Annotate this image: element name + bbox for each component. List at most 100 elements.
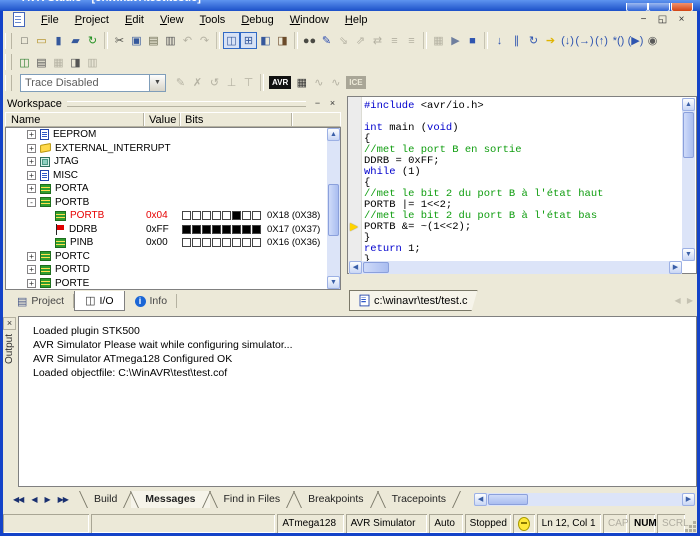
- scroll-down-icon[interactable]: ▼: [327, 276, 340, 289]
- expand-toggle[interactable]: +: [27, 157, 36, 166]
- scroll-right-icon[interactable]: ▶: [669, 261, 682, 274]
- expand-toggle[interactable]: +: [27, 144, 36, 153]
- reset-button[interactable]: ↓: [491, 32, 508, 49]
- expand-toggle[interactable]: +: [27, 279, 36, 288]
- new-file-button[interactable]: □: [16, 32, 33, 49]
- trace-into-button[interactable]: ⇘: [335, 32, 352, 49]
- expand-toggle[interactable]: +: [27, 184, 36, 193]
- step-out-button[interactable]: (↑): [593, 32, 610, 49]
- display-selection-button[interactable]: ▦: [430, 32, 447, 49]
- tab-info[interactable]: Info: [125, 291, 178, 311]
- step-over-button[interactable]: (→): [576, 32, 593, 49]
- tree-row-PORTD[interactable]: +PORTD: [6, 263, 340, 277]
- code-editor[interactable]: #include <avr/io.h>int main (void){//met…: [347, 96, 697, 274]
- run-again-button[interactable]: ↻: [525, 32, 542, 49]
- redo-button[interactable]: ↷: [196, 32, 213, 49]
- scroll-up-icon[interactable]: ▲: [327, 128, 340, 141]
- tree-row-DDRB[interactable]: DDRB0xFF0X17 (0X37): [6, 223, 340, 237]
- tab-messages[interactable]: Messages: [131, 491, 209, 508]
- tree-row-PORTA[interactable]: +PORTA: [6, 182, 340, 196]
- tree-row-MISC[interactable]: +MISC: [6, 169, 340, 183]
- register-window-button[interactable]: ▥: [84, 54, 101, 71]
- copy-button[interactable]: ▣: [128, 32, 145, 49]
- tab-project[interactable]: ▤Project: [7, 291, 74, 311]
- toggle-output-window-button[interactable]: ⊞: [240, 32, 257, 49]
- tab-find-in-files[interactable]: Find in Files: [210, 491, 295, 508]
- scrollbar-thumb[interactable]: [328, 184, 339, 236]
- autostep-button[interactable]: (▶): [627, 32, 644, 49]
- edit-bookmark-button[interactable]: ✎: [318, 32, 335, 49]
- bit-checkbox[interactable]: [192, 211, 201, 220]
- prev-tab-icon[interactable]: ◀: [27, 495, 40, 504]
- connection-b-button[interactable]: ∿: [327, 74, 344, 91]
- emulator-icon[interactable]: ICE: [346, 76, 365, 89]
- mdi-close-button[interactable]: ×: [674, 13, 689, 26]
- bit-checkbox[interactable]: [212, 211, 221, 220]
- save-all-button[interactable]: ▰: [67, 32, 84, 49]
- run-to-cursor-button[interactable]: *(): [610, 32, 627, 49]
- scroll-down-icon[interactable]: ▼: [682, 248, 695, 261]
- tree-row-EXTERNAL_INTERRUPT[interactable]: +EXTERNAL_INTERRUPT: [6, 142, 340, 156]
- bit-checkbox[interactable]: [222, 238, 231, 247]
- cut-button[interactable]: ✂: [111, 32, 128, 49]
- bit-checkbox[interactable]: [182, 225, 191, 234]
- bit-checkbox[interactable]: [182, 211, 191, 220]
- toggle-breakpoint-button[interactable]: ◉: [644, 32, 661, 49]
- toggle-workspace-window-button[interactable]: ◫: [223, 32, 240, 49]
- scroll-right-icon[interactable]: ▶: [682, 493, 695, 506]
- save-file-button[interactable]: ▮: [50, 32, 67, 49]
- menu-tools[interactable]: Tools: [192, 12, 234, 28]
- menu-help[interactable]: Help: [337, 12, 376, 28]
- trace-clear-button[interactable]: ✗: [189, 74, 206, 91]
- bit-checkbox[interactable]: [252, 238, 261, 247]
- scrollbar-thumb[interactable]: [488, 494, 528, 505]
- bit-checkbox[interactable]: [252, 225, 261, 234]
- trace-start-marker-button[interactable]: ⊥: [223, 74, 240, 91]
- bit-checkbox[interactable]: [192, 238, 201, 247]
- bit-checkbox[interactable]: [232, 225, 241, 234]
- resize-grip[interactable]: [687, 514, 697, 533]
- cascade-windows-button[interactable]: ◧: [257, 32, 274, 49]
- tree-row-PORTB[interactable]: -PORTB: [6, 196, 340, 210]
- find-button[interactable]: ●●: [301, 32, 318, 49]
- paste-button[interactable]: ▤: [145, 32, 162, 49]
- expand-toggle[interactable]: -: [27, 198, 36, 207]
- menu-file[interactable]: File: [33, 12, 67, 28]
- trace-over-button[interactable]: ⇗: [352, 32, 369, 49]
- bit-checkbox[interactable]: [242, 238, 251, 247]
- menu-view[interactable]: View: [152, 12, 192, 28]
- refresh-button[interactable]: ↻: [84, 32, 101, 49]
- mdi-minimize-button[interactable]: −: [636, 13, 651, 26]
- expand-toggle[interactable]: +: [27, 265, 36, 274]
- print-button[interactable]: ▥: [162, 32, 179, 49]
- output-hscrollbar[interactable]: ◀ ▶: [474, 493, 695, 506]
- bit-checkbox[interactable]: [202, 225, 211, 234]
- bit-checkbox[interactable]: [192, 225, 201, 234]
- connection-a-button[interactable]: ∿: [310, 74, 327, 91]
- output-close-button[interactable]: ×: [3, 317, 16, 330]
- run-button[interactable]: ▶: [447, 32, 464, 49]
- workspace-shade-button[interactable]: −: [311, 98, 324, 111]
- bit-checkbox[interactable]: [232, 238, 241, 247]
- bit-checkbox[interactable]: [182, 238, 191, 247]
- last-tab-icon[interactable]: ▶▶: [54, 495, 72, 504]
- menu-edit[interactable]: Edit: [117, 12, 152, 28]
- editor-hscrollbar[interactable]: ◀ ▶: [349, 261, 682, 274]
- trace-end-marker-button[interactable]: ⊤: [240, 74, 257, 91]
- bit-checkbox[interactable]: [242, 225, 251, 234]
- maximize-button[interactable]: [648, 3, 670, 11]
- column-bits[interactable]: Bits: [180, 113, 292, 126]
- device-chip-button[interactable]: ▦: [293, 74, 310, 91]
- menu-debug[interactable]: Debug: [233, 12, 281, 28]
- disassembler-window-button[interactable]: ◨: [67, 54, 84, 71]
- indent-button[interactable]: ≡: [386, 32, 403, 49]
- workspace-scrollbar[interactable]: ▲ ▼: [327, 128, 340, 289]
- workspace-drag-grip[interactable]: [67, 101, 306, 107]
- tab-tracepoints[interactable]: Tracepoints: [378, 491, 460, 508]
- bit-checkbox[interactable]: [252, 211, 261, 220]
- step-into-button[interactable]: (↓): [559, 32, 576, 49]
- bit-checkbox[interactable]: [212, 225, 221, 234]
- tree-row-EEPROM[interactable]: +EEPROM: [6, 128, 340, 142]
- editor-vscrollbar[interactable]: ▲ ▼: [682, 98, 695, 261]
- expand-toggle[interactable]: +: [27, 130, 36, 139]
